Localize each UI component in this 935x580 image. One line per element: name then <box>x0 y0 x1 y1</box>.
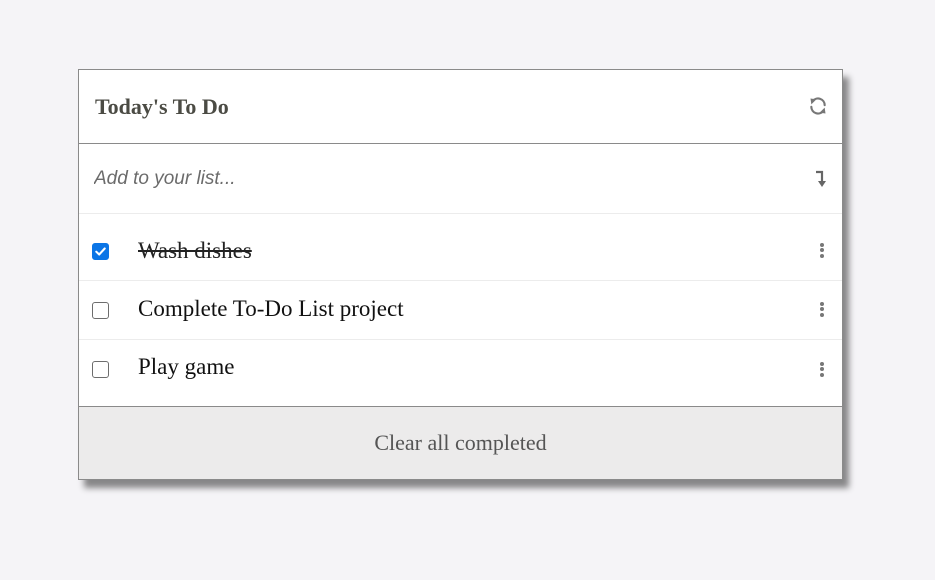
kebab-menu-icon[interactable] <box>818 300 826 318</box>
item-checkbox[interactable] <box>92 302 109 319</box>
add-item-row <box>79 144 842 214</box>
list-item: Play game <box>79 340 842 407</box>
header: Today's To Do <box>79 70 842 144</box>
item-label[interactable]: Complete To-Do List project <box>138 296 404 322</box>
item-checkbox[interactable] <box>92 361 109 378</box>
clear-completed-button[interactable]: Clear all completed <box>79 406 842 479</box>
kebab-menu-icon[interactable] <box>818 241 826 259</box>
list-item: Wash dishes <box>79 214 842 281</box>
add-item-input[interactable] <box>92 164 796 194</box>
item-label[interactable]: Wash dishes <box>138 238 252 264</box>
page-title: Today's To Do <box>95 94 229 119</box>
item-label[interactable]: Play game <box>138 354 234 380</box>
todo-card: Today's To Do Wash dishes Complete To-Do… <box>78 69 843 480</box>
list-item: Complete To-Do List project <box>79 281 842 340</box>
checkmark-icon <box>94 246 106 256</box>
item-checkbox[interactable] <box>92 243 109 260</box>
enter-arrow-icon[interactable] <box>814 168 828 188</box>
kebab-menu-icon[interactable] <box>818 360 826 378</box>
refresh-icon[interactable] <box>808 96 828 116</box>
